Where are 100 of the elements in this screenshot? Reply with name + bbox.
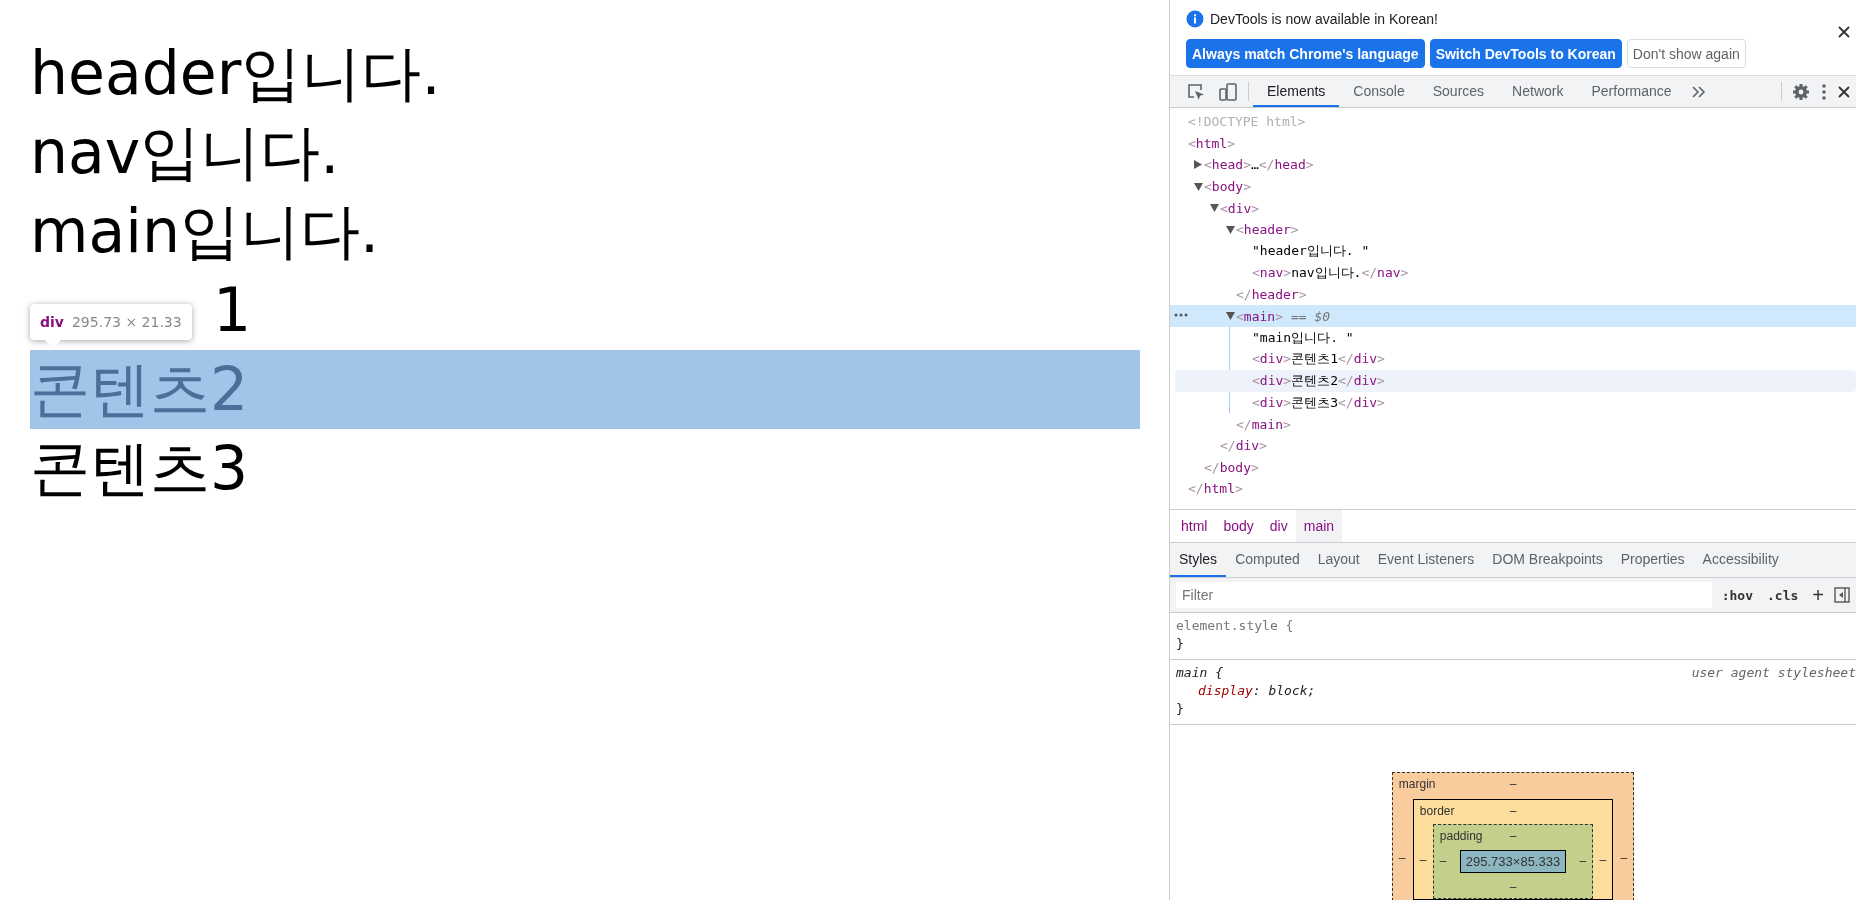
device-icon[interactable] — [1218, 81, 1238, 102]
pane-tab[interactable]: Properties — [1611, 543, 1694, 577]
dom-node-row[interactable]: <head>…</head> — [1170, 154, 1856, 176]
chevron-icon[interactable] — [1691, 85, 1706, 98]
breadcrumb[interactable]: html — [1173, 510, 1216, 542]
stylesheet-source: user agent stylesheet — [1691, 664, 1856, 682]
toolbar-toggle[interactable]: :hov — [1717, 587, 1757, 603]
content-box: 295.733×85.333 — [1459, 850, 1567, 873]
node-text: <div>콘텐츠2</div> — [1252, 371, 1385, 390]
tag-name: div — [40, 313, 64, 331]
infobar-message: DevTools is now available in Korean! — [1210, 11, 1438, 27]
node-text: <main> — [1236, 308, 1283, 324]
heading-text: 콘텐츠2 — [30, 353, 249, 426]
heading-text: main입니다. — [30, 195, 379, 268]
selection-marker: == $0 — [1290, 308, 1331, 324]
dom-node-row[interactable]: </div> — [1170, 434, 1856, 457]
collapsed-triangle-icon[interactable] — [1194, 160, 1202, 170]
box-value: – — [1620, 851, 1628, 865]
node-text: "main입니다. " — [1252, 328, 1354, 347]
node-text: <div>콘텐츠1</div> — [1252, 350, 1385, 369]
node-text: <body> — [1204, 179, 1251, 195]
pane-tab[interactable]: Accessibility — [1693, 543, 1788, 577]
node-text: </body> — [1204, 459, 1259, 475]
expanded-triangle-icon[interactable] — [1193, 182, 1203, 191]
panel-tab[interactable]: Network — [1498, 76, 1578, 107]
dom-node-row[interactable]: </html> — [1170, 478, 1856, 500]
pane-tab[interactable]: Computed — [1226, 543, 1309, 577]
pane-tab[interactable]: Event Listeners — [1368, 543, 1484, 577]
box-value: – — [1419, 853, 1427, 867]
dom-node-row[interactable]: </header> — [1170, 283, 1856, 306]
node-text: <header> — [1236, 222, 1299, 238]
node-text: <!DOCTYPE html> — [1188, 114, 1306, 130]
panel-tab[interactable]: Elements — [1253, 76, 1340, 107]
more-icon[interactable] — [1822, 83, 1826, 100]
box-value: – — [1439, 854, 1447, 868]
box-label: border — [1419, 804, 1455, 818]
more-icon[interactable] — [1174, 313, 1188, 318]
close-icon[interactable] — [1838, 85, 1850, 98]
box-value: – — [1579, 854, 1587, 868]
closing-brace: } — [1176, 701, 1184, 716]
infobar-button[interactable]: Always match Chrome's language — [1186, 39, 1425, 68]
expanded-triangle-icon[interactable] — [1225, 225, 1235, 234]
dom-node-row[interactable]: </main> — [1170, 413, 1856, 435]
box-value: – — [1509, 829, 1517, 843]
node-text: <nav>nav입니다.</nav> — [1252, 263, 1409, 282]
node-text: </header> — [1236, 287, 1307, 303]
node-text: <div>콘텐츠3</div> — [1252, 393, 1385, 412]
css-selector: element.style { — [1176, 618, 1294, 633]
closing-brace: } — [1176, 636, 1184, 651]
node-text: <html> — [1188, 135, 1235, 151]
inspect-icon[interactable] — [1186, 81, 1206, 102]
expanded-triangle-icon[interactable] — [1225, 312, 1235, 321]
pane-tab[interactable]: DOM Breakpoints — [1483, 543, 1612, 577]
heading-text: 콘텐츠3 — [30, 432, 249, 505]
node-text: <div> — [1220, 200, 1260, 216]
expanded-triangle-icon[interactable] — [1209, 204, 1219, 213]
panel-tab[interactable]: Performance — [1577, 76, 1686, 107]
box-label: padding — [1439, 829, 1483, 843]
element-size: 295.73 × 21.33 — [71, 313, 182, 331]
toolbar-toggle[interactable]: + — [1808, 583, 1828, 607]
panel-tab[interactable]: Console — [1339, 76, 1419, 107]
node-text: </html> — [1188, 481, 1243, 497]
panel-tab[interactable]: Sources — [1418, 76, 1499, 107]
settings-icon[interactable] — [1792, 82, 1810, 101]
dom-node-row[interactable]: "main입니다. " — [1170, 326, 1856, 349]
node-text: </div> — [1220, 438, 1267, 454]
breadcrumb[interactable]: body — [1215, 510, 1262, 542]
box-value: – — [1509, 804, 1517, 818]
box-value: – — [1398, 851, 1406, 865]
dom-node-row[interactable]: <div>콘텐츠1</div> — [1170, 348, 1856, 371]
dom-node-row[interactable]: <body> — [1170, 175, 1856, 198]
dom-node-row[interactable]: <html> — [1170, 132, 1856, 155]
sidebar-toggle-icon[interactable] — [1834, 587, 1850, 603]
box-value: – — [1599, 853, 1607, 867]
heading-text: nav입니다. — [30, 116, 340, 189]
toolbar-toggle[interactable]: .cls — [1763, 587, 1803, 603]
breadcrumb[interactable]: div — [1261, 510, 1296, 542]
box-value: – — [1509, 880, 1517, 894]
dom-node-row[interactable]: <div>콘텐츠2</div> — [1175, 370, 1856, 392]
box-label: margin — [1398, 777, 1436, 791]
info-icon — [1186, 10, 1204, 28]
dom-node-row[interactable]: <div> — [1170, 197, 1856, 219]
infobar-button[interactable]: Switch DevTools to Korean — [1429, 39, 1622, 68]
css-selector: main { — [1176, 665, 1223, 680]
node-text: <head>…</head> — [1204, 157, 1314, 173]
css-declaration: display: block; — [1198, 683, 1316, 698]
dom-node-row[interactable]: <main> == $0 — [1170, 305, 1856, 327]
pane-tab[interactable]: Layout — [1308, 543, 1369, 577]
infobar-button[interactable]: Don't show again — [1626, 39, 1746, 68]
dom-node-row[interactable]: <nav>nav입니다.</nav> — [1170, 262, 1856, 284]
close-icon[interactable] — [1838, 26, 1850, 38]
filter-field[interactable]: Filter — [1176, 582, 1712, 608]
box-value: – — [1509, 777, 1517, 791]
dom-node-row[interactable]: </body> — [1170, 456, 1856, 479]
dom-node-row[interactable]: "header입니다. " — [1170, 240, 1856, 263]
dom-node-row[interactable]: <div>콘텐츠3</div> — [1170, 391, 1856, 414]
heading-text: 1 — [213, 274, 252, 347]
node-text: "header입니다. " — [1252, 242, 1370, 261]
breadcrumb[interactable]: main — [1295, 510, 1343, 542]
dom-node-row[interactable]: <header> — [1170, 218, 1856, 241]
